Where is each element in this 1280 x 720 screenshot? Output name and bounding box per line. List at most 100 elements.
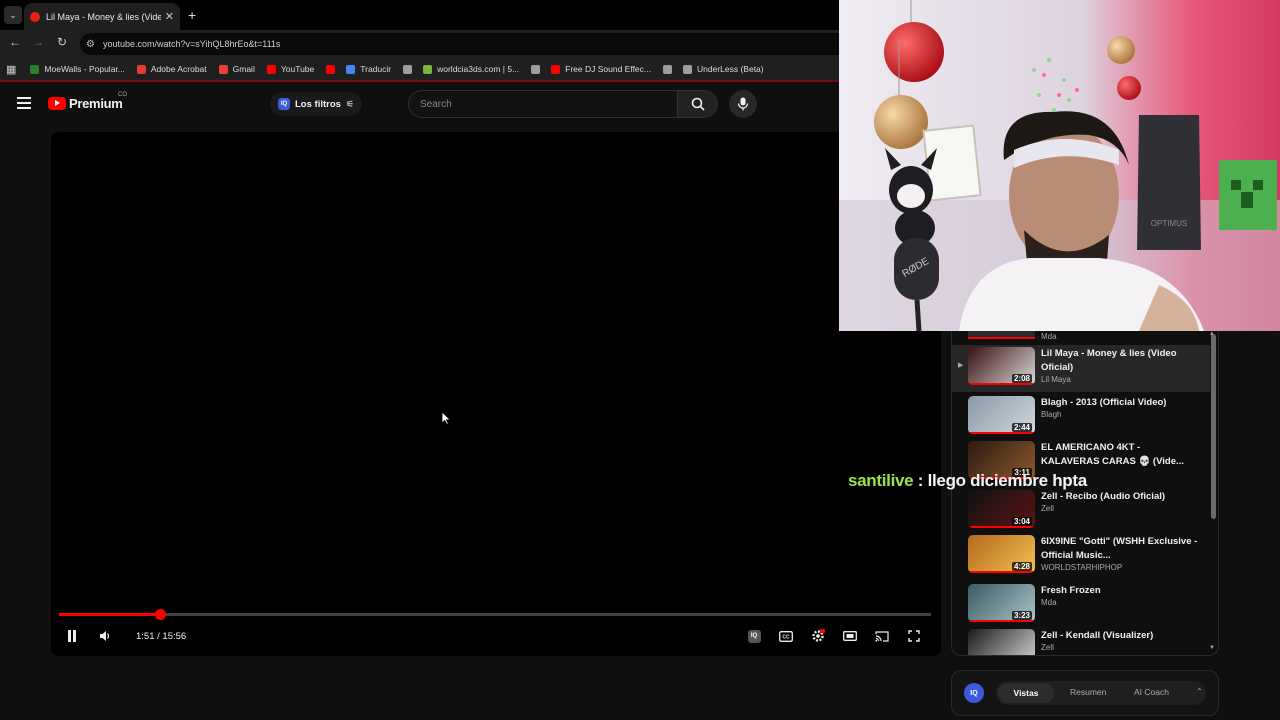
cast-button[interactable] (873, 628, 891, 644)
playlist-item-title[interactable]: Zell - Kendall (Visualizer) (1041, 629, 1201, 643)
youtube-play-logo-icon (48, 97, 66, 110)
captions-icon: CC (779, 630, 793, 642)
bookmark-item[interactable]: MoeWalls - Popular... (30, 64, 125, 74)
filters-button[interactable]: IQ Los filtros ⚟ (270, 92, 362, 116)
playlist-item[interactable]: 2:44 Blagh - 2013 (Official Video) Blagh (952, 394, 1210, 441)
bookmark-label: MoeWalls - Popular... (44, 64, 125, 74)
browser-tab[interactable]: Lil Maya - Money & lies (Video ✕ (24, 3, 180, 30)
bookmark-item[interactable]: UnderLess (Beta) (683, 64, 764, 74)
bookmark-item[interactable] (326, 64, 340, 74)
youtube-premium-logo[interactable]: Premium CO (48, 92, 127, 111)
playlist-panel: Mda ▶ 2:08 Lil Maya - Money & lies (Video … (951, 331, 1219, 656)
video-thumbnail[interactable]: 4:28 (968, 535, 1035, 573)
tab-vistas[interactable]: Vistas (998, 683, 1054, 703)
voice-search-button[interactable] (729, 90, 757, 118)
tab-resumen[interactable]: Resumen (1070, 687, 1106, 697)
playlist-item-title[interactable]: Fresh Frozen (1041, 584, 1201, 598)
back-icon[interactable]: ← (6, 35, 24, 49)
url-text[interactable]: youtube.com/watch?v=sYihQL8hrEo&t=111s (103, 39, 280, 49)
omnibox[interactable]: ⚙ youtube.com/watch?v=sYihQL8hrEo&t=111s (80, 33, 840, 55)
site-info-icon[interactable]: ⚙ (86, 39, 95, 50)
previous-item-thumbnail[interactable] (968, 331, 1035, 339)
playlist-item-channel: Lil Maya (1041, 375, 1071, 384)
bookmark-favicon-icon (423, 64, 433, 74)
new-tab-button[interactable]: + (188, 7, 196, 23)
playlist-item-channel: Zell (1041, 643, 1054, 652)
tab-ai-coach[interactable]: AI Coach (1134, 687, 1169, 697)
iq-logo-icon: IQ (964, 683, 984, 703)
bookmark-label: UnderLess (Beta) (697, 64, 764, 74)
video-thumbnail[interactable] (968, 629, 1035, 655)
progress-played (59, 613, 161, 616)
captions-button[interactable]: CC (777, 628, 795, 644)
bookmark-item[interactable]: Adobe Acrobat (136, 64, 207, 74)
now-playing-icon: ▶ (958, 362, 964, 369)
bookmark-item[interactable] (663, 64, 677, 74)
bookmark-favicon-icon (326, 64, 336, 74)
tab-search-button[interactable]: ⌄ (4, 6, 22, 24)
bookmarks-bar: ▦ MoeWalls - Popular... Adobe Acrobat Gmai… (0, 58, 840, 82)
bookmark-item[interactable]: worldcia3ds.com | 5... (423, 64, 519, 74)
cast-icon (875, 630, 889, 642)
bookmark-favicon-icon (663, 64, 672, 74)
tab-title: Lil Maya - Money & lies (Video (46, 11, 161, 22)
svg-text:CC: CC (782, 634, 790, 640)
pause-button[interactable] (63, 628, 81, 644)
video-thumbnail[interactable]: 3:04 (968, 490, 1035, 528)
bookmark-item[interactable]: Free DJ Sound Effec... (551, 64, 651, 74)
playlist-scrollbar[interactable] (1211, 334, 1216, 519)
theater-mode-button[interactable] (841, 628, 859, 644)
playlist-item[interactable]: Zell - Kendall (Visualizer) Zell (952, 627, 1210, 655)
menu-icon[interactable] (17, 97, 31, 112)
scroll-down-arrow-icon[interactable]: ▼ (1209, 645, 1215, 651)
bookmark-label: Gmail (232, 64, 255, 74)
collapse-chevron-icon[interactable]: ⌃ (1196, 687, 1203, 696)
chat-message: llego diciembre hpta (927, 471, 1088, 490)
bookmark-label: Traducir (360, 64, 392, 74)
time-display: 1:51 / 15:56 (136, 631, 187, 642)
bookmark-item[interactable]: YouTube (266, 64, 314, 74)
close-tab-icon[interactable]: ✕ (165, 10, 174, 23)
video-thumbnail[interactable]: 2:08 (968, 347, 1035, 385)
apps-grid-icon[interactable]: ▦ (6, 63, 16, 76)
playlist-item-title[interactable]: Zell - Recibo (Audio Oficial) (1041, 490, 1201, 504)
playlist-item[interactable]: 4:28 6IX9INE "Gotti" (WSHH Exclusive - Of… (952, 533, 1210, 580)
playlist-item-title[interactable]: 6IX9INE "Gotti" (WSHH Exclusive - Offici… (1041, 535, 1201, 562)
chat-username: santilive (848, 471, 914, 490)
playlist-item[interactable]: 3:23 Fresh Frozen Mda (952, 582, 1210, 629)
bookmark-item[interactable] (531, 64, 545, 74)
fullscreen-button[interactable] (905, 628, 923, 644)
playlist-item-title[interactable]: Blagh - 2013 (Official Video) (1041, 396, 1201, 410)
scrubber-handle[interactable] (155, 609, 167, 620)
search-icon (691, 97, 705, 111)
reload-icon[interactable]: ↻ (53, 35, 71, 49)
volume-button[interactable] (96, 628, 114, 644)
playlist-item[interactable]: 3:04 Zell - Recibo (Audio Oficial) Zell (952, 488, 1210, 535)
duration-badge: 2:08 (1011, 374, 1032, 383)
bookmark-favicon-icon (346, 64, 356, 74)
filters-label: Los filtros (295, 98, 341, 110)
bookmark-item[interactable] (403, 64, 417, 74)
video-thumbnail[interactable]: 3:23 (968, 584, 1035, 622)
playlist-item-title[interactable]: EL AMERICANO 4KT - KALAVERAS CARAS 💀 (Vi… (1041, 441, 1201, 468)
watched-progress-bar (968, 571, 1035, 573)
extension-tabs: Vistas Resumen AI Coach (996, 681, 1206, 705)
streamer-webcam-image: RØDE OPTIMUS (839, 0, 1280, 331)
watched-progress-bar (968, 383, 1035, 385)
mouse-cursor-icon (441, 411, 451, 425)
search-input[interactable] (420, 98, 660, 110)
playlist-item-channel: Blagh (1041, 410, 1062, 419)
iq-extension-button[interactable]: IQ (745, 628, 763, 644)
bookmark-item[interactable]: Traducir (346, 64, 391, 74)
settings-button[interactable] (809, 628, 827, 644)
playlist-item-title[interactable]: Lil Maya - Money & lies (Video Oficial) (1041, 347, 1201, 374)
search-box[interactable] (408, 90, 678, 118)
search-button[interactable] (678, 90, 718, 118)
forward-icon[interactable]: → (29, 35, 47, 49)
video-thumbnail[interactable]: 2:44 (968, 396, 1035, 434)
playlist-item[interactable]: ▶ 2:08 Lil Maya - Money & lies (Video Ofic… (952, 345, 1210, 392)
video-player[interactable]: 1:51 / 15:56 IQ CC (51, 132, 941, 656)
progress-bar[interactable] (59, 609, 931, 620)
bookmark-item[interactable]: Gmail (218, 64, 255, 74)
webcam-overlay: RØDE OPTIMUS (839, 0, 1280, 331)
